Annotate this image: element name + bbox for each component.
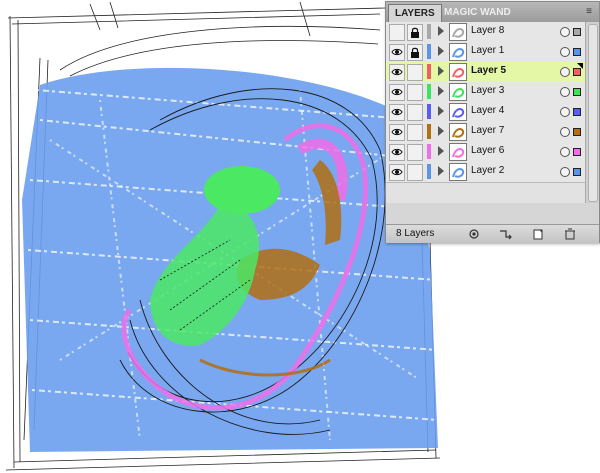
selection-color-square[interactable] — [573, 168, 581, 176]
lock-toggle[interactable] — [407, 144, 423, 161]
tab-magic-wand[interactable]: MAGIC WAND — [438, 4, 517, 21]
layer-thumbnail — [449, 63, 467, 81]
make-clipping-mask-icon[interactable] — [466, 228, 482, 240]
layer-name: Layer 2 — [471, 165, 505, 176]
lock-toggle[interactable] — [407, 164, 423, 181]
scrollbar-thumb[interactable] — [588, 24, 598, 202]
layers-panel: LAYERS MAGIC WAND ≡ Layer 8 Layer 1 Layer … — [385, 1, 600, 243]
selection-color-square[interactable] — [573, 68, 581, 76]
layer-name: Layer 1 — [471, 45, 505, 56]
expand-arrow-icon[interactable] — [438, 46, 444, 56]
new-layer-icon[interactable] — [530, 228, 546, 240]
layer-name: Layer 8 — [471, 25, 505, 36]
layer-count: 8 Layers — [396, 228, 435, 239]
layer-row[interactable]: Layer 7 — [386, 122, 585, 143]
target-circle-icon[interactable] — [560, 167, 570, 177]
layer-list: Layer 8 Layer 1 Layer 5 Layer 3 Layer 4 Layer… — [386, 22, 585, 203]
target-circle-icon[interactable] — [560, 87, 570, 97]
visibility-toggle[interactable] — [389, 44, 405, 61]
tab-layers[interactable]: LAYERS — [388, 4, 442, 22]
visibility-toggle[interactable] — [389, 24, 405, 41]
delete-layer-icon[interactable] — [562, 228, 578, 240]
layer-row[interactable]: Layer 4 — [386, 102, 585, 123]
selection-color-square[interactable] — [573, 28, 581, 36]
create-sublayer-icon[interactable] — [498, 228, 514, 240]
layer-thumbnail — [449, 163, 467, 181]
expand-arrow-icon[interactable] — [438, 26, 444, 36]
lock-toggle[interactable] — [407, 124, 423, 141]
expand-arrow-icon[interactable] — [438, 126, 444, 136]
layer-name: Layer 5 — [471, 65, 507, 76]
visibility-toggle[interactable] — [389, 124, 405, 141]
lock-toggle[interactable] — [407, 44, 423, 61]
visibility-toggle[interactable] — [389, 144, 405, 161]
layer-row[interactable]: Layer 2 — [386, 162, 585, 183]
layer-color-stripe — [427, 104, 431, 119]
layer-thumbnail — [449, 103, 467, 121]
selection-color-square[interactable] — [573, 48, 581, 56]
expand-arrow-icon[interactable] — [438, 146, 444, 156]
selection-color-square[interactable] — [573, 88, 581, 96]
panel-menu-icon[interactable]: ≡ — [583, 6, 595, 18]
lock-toggle[interactable] — [407, 64, 423, 81]
layer-color-stripe — [427, 64, 431, 79]
current-layer-indicator — [577, 63, 583, 69]
selection-color-square[interactable] — [573, 108, 581, 116]
layer-color-stripe — [427, 124, 431, 139]
layer-color-stripe — [427, 24, 431, 39]
layer-color-stripe — [427, 164, 431, 179]
layer-list-scrollbar[interactable] — [585, 22, 599, 203]
layer-row[interactable]: Layer 6 — [386, 142, 585, 163]
target-circle-icon[interactable] — [560, 27, 570, 37]
layer-name: Layer 4 — [471, 105, 505, 116]
layer-name: Layer 7 — [471, 125, 505, 136]
layer-thumbnail — [449, 23, 467, 41]
expand-arrow-icon[interactable] — [438, 166, 444, 176]
visibility-toggle[interactable] — [389, 84, 405, 101]
target-circle-icon[interactable] — [560, 67, 570, 77]
lock-toggle[interactable] — [407, 24, 423, 41]
target-circle-icon[interactable] — [560, 107, 570, 117]
layer-row[interactable]: Layer 1 — [386, 42, 585, 63]
illustrator-workspace: LAYERS MAGIC WAND ≡ Layer 8 Layer 1 Layer … — [0, 0, 600, 473]
visibility-toggle[interactable] — [389, 164, 405, 181]
lock-toggle[interactable] — [407, 84, 423, 101]
expand-arrow-icon[interactable] — [438, 66, 444, 76]
layer-color-stripe — [427, 144, 431, 159]
expand-arrow-icon[interactable] — [438, 106, 444, 116]
layer-row[interactable]: Layer 5 — [386, 62, 585, 83]
selection-color-square[interactable] — [573, 128, 581, 136]
expand-arrow-icon[interactable] — [438, 86, 444, 96]
panel-footer: 8 Layers — [386, 224, 599, 243]
target-circle-icon[interactable] — [560, 47, 570, 57]
layer-row[interactable]: Layer 3 — [386, 82, 585, 103]
layer-thumbnail — [449, 143, 467, 161]
layer-color-stripe — [427, 84, 431, 99]
selection-color-square[interactable] — [573, 148, 581, 156]
layer-thumbnail — [449, 83, 467, 101]
target-circle-icon[interactable] — [560, 127, 570, 137]
visibility-toggle[interactable] — [389, 64, 405, 81]
layer-color-stripe — [427, 44, 431, 59]
lock-toggle[interactable] — [407, 104, 423, 121]
layer-name: Layer 3 — [471, 85, 505, 96]
panel-tab-bar: LAYERS MAGIC WAND ≡ — [386, 2, 599, 23]
layer-name: Layer 6 — [471, 145, 505, 156]
target-circle-icon[interactable] — [560, 147, 570, 157]
layer-thumbnail — [449, 123, 467, 141]
visibility-toggle[interactable] — [389, 104, 405, 121]
layer-row[interactable]: Layer 8 — [386, 22, 585, 43]
layer-thumbnail — [449, 43, 467, 61]
